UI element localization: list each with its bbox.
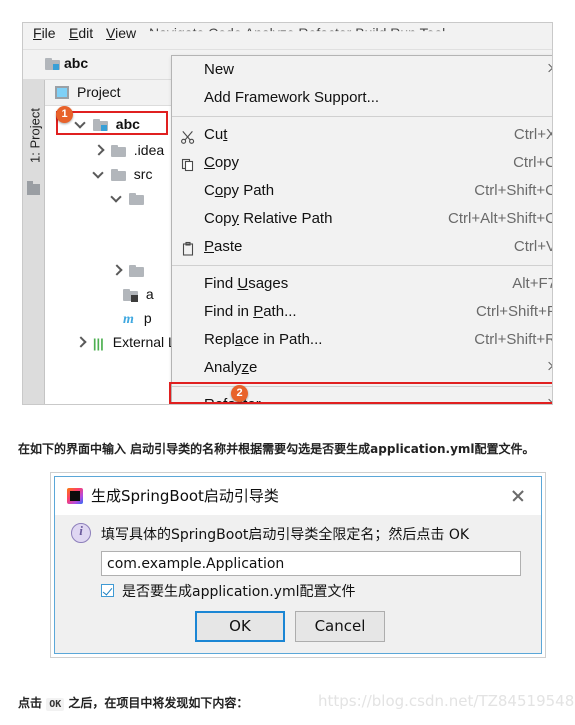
menu-file[interactable]: File — [33, 25, 56, 41]
folder-icon — [128, 193, 144, 205]
dialog-title: 生成SpringBoot启动引导类 — [91, 487, 279, 505]
project-tree-label-src: src — [133, 166, 153, 182]
paragraph-2-after: 之后，在项目中将发现如下内容： — [64, 696, 249, 710]
clipboard-icon — [180, 239, 196, 256]
menu-bar-remaining-items[interactable]: Navigate Code Analyze Refactor Build Run… — [149, 25, 445, 31]
context-menu-label-copy-relative-path: Copy Relative Path — [204, 210, 333, 227]
generate-springboot-dialog: 生成SpringBoot启动引导类 i 填写具体的SpringBoot启动引导类… — [54, 476, 542, 654]
chevron-down-icon[interactable] — [93, 169, 104, 180]
dialog-title-bar: 生成SpringBoot启动引导类 — [55, 477, 541, 515]
breadcrumb-module[interactable]: abc — [45, 55, 88, 71]
folder-icon — [128, 265, 144, 277]
context-menu-item-copy-relative-path[interactable]: Copy Relative Path Ctrl+Alt+Shift+C — [172, 205, 553, 233]
menu-separator — [172, 265, 552, 266]
chevron-right-icon — [546, 65, 552, 73]
context-menu-label-cut: Cut — [204, 126, 228, 143]
project-tree-node-main[interactable] — [111, 190, 148, 212]
context-menu-shortcut-paste: Ctrl+V — [513, 238, 553, 255]
strip-folder-icon[interactable] — [27, 181, 40, 195]
project-tree-label-pom: p — [143, 310, 152, 326]
context-menu-shortcut-copy-relative-path: Ctrl+Alt+Shift+C — [448, 210, 553, 227]
tool-window-strip-left: 1: Project — [23, 80, 45, 404]
info-icon: i — [71, 523, 91, 543]
project-tree-node-resource-file[interactable]: a — [123, 286, 154, 308]
project-tree-label-idea: .idea — [133, 142, 165, 158]
breadcrumb-label: abc — [64, 55, 89, 71]
module-folder-icon — [45, 58, 60, 70]
resource-file-icon — [123, 289, 138, 302]
menu-bar: File Edit View Navigate Code Analyze Ref… — [23, 23, 552, 50]
context-menu-item-find-usages[interactable]: Find Usages Alt+F7 — [172, 270, 553, 298]
context-menu-shortcut-copy-path: Ctrl+Shift+C — [474, 182, 553, 199]
project-tool-window-title: Project — [77, 84, 121, 100]
project-tree-node-test[interactable] — [111, 262, 148, 284]
chevron-right-icon — [546, 363, 552, 371]
context-menu-shortcut-replace-in-path: Ctrl+Shift+R — [474, 331, 553, 348]
annotation-marker-1: 1 — [56, 106, 73, 123]
annotation-marker-2: 2 — [231, 385, 248, 402]
context-menu-shortcut-copy: Ctrl+C — [513, 154, 553, 171]
context-menu-shortcut-cut: Ctrl+X — [513, 126, 553, 143]
dialog-screenshot: 生成SpringBoot启动引导类 i 填写具体的SpringBoot启动引导类… — [50, 472, 546, 658]
project-tree-label-resource: a — [145, 286, 154, 302]
ok-button[interactable]: OK — [195, 611, 285, 642]
class-name-input[interactable]: com.example.Application — [101, 551, 521, 576]
paragraph-2-before: 点击 — [18, 696, 47, 710]
context-menu-item-cut[interactable]: Cut Ctrl+X — [172, 121, 553, 149]
project-tree-node-pom[interactable]: m p — [123, 310, 152, 332]
project-tree-node-idea[interactable]: .idea — [93, 142, 164, 164]
cancel-button[interactable]: Cancel — [295, 611, 385, 642]
context-menu[interactable]: New Add Framework Support... Cut Ctrl+X … — [171, 55, 553, 404]
context-menu-item-analyze[interactable]: Analyze — [172, 354, 552, 382]
checkbox-checked-icon[interactable] — [101, 584, 114, 597]
chevron-right-icon[interactable] — [75, 337, 86, 348]
close-icon[interactable] — [505, 484, 531, 508]
intellij-icon — [67, 488, 83, 504]
context-menu-shortcut-find-usages: Alt+F7 — [512, 275, 553, 292]
folder-icon — [110, 169, 126, 181]
generate-yml-checkbox-label: 是否要生成application.yml配置文件 — [122, 584, 356, 600]
context-menu-label-find-in-path: Find in Path... — [204, 303, 297, 320]
folder-icon — [110, 145, 126, 157]
ide-screenshot: File Edit View Navigate Code Analyze Ref… — [22, 22, 553, 405]
instruction-paragraph-2: 点击 OK 之后，在项目中将发现如下内容： — [18, 694, 248, 711]
context-menu-label-replace-in-path: Replace in Path... — [204, 331, 323, 348]
context-menu-item-copy[interactable]: Copy Ctrl+C — [172, 149, 553, 177]
context-menu-label-find-usages: Find Usages — [204, 275, 289, 292]
watermark: https://blog.csdn.net/TZ845195485 — [318, 692, 575, 710]
context-menu-label-paste: Paste — [204, 238, 243, 255]
context-menu-item-find-in-path[interactable]: Find in Path... Ctrl+Shift+F — [172, 298, 553, 326]
highlight-box-menu-item — [169, 382, 552, 404]
menu-separator — [172, 116, 552, 117]
paragraph-2-code: OK — [46, 698, 65, 711]
context-menu-item-replace-in-path[interactable]: Replace in Path... Ctrl+Shift+R — [172, 326, 553, 354]
maven-icon: m — [123, 312, 134, 327]
chevron-right-icon[interactable] — [93, 145, 104, 156]
context-menu-label-copy: Copy — [204, 154, 240, 171]
context-menu-item-paste[interactable]: Paste Ctrl+V — [172, 233, 553, 261]
context-menu-item-new[interactable]: New — [172, 56, 552, 84]
context-menu-label-analyze: Analyze — [204, 359, 258, 376]
menu-view[interactable]: View — [106, 25, 136, 41]
context-menu-item-add-framework-support[interactable]: Add Framework Support... — [172, 84, 552, 112]
context-menu-label-new: New — [204, 61, 235, 78]
instruction-paragraph-1: 在如下的界面中输入 启动引导类的名称并根据需要勾选是否要生成applicatio… — [18, 442, 535, 456]
context-menu-item-copy-path[interactable]: Copy Path Ctrl+Shift+C — [172, 177, 553, 205]
context-menu-label-add-framework-support: Add Framework Support... — [204, 89, 380, 106]
project-icon — [55, 86, 69, 99]
scissors-icon — [180, 127, 196, 144]
dialog-body: i 填写具体的SpringBoot启动引导类全限定名；然后点击 OK com.e… — [55, 515, 541, 653]
copy-icon — [180, 155, 196, 172]
libraries-icon: ||| — [92, 336, 104, 351]
dialog-message: 填写具体的SpringBoot启动引导类全限定名；然后点击 OK — [101, 527, 470, 543]
chevron-down-icon[interactable] — [111, 193, 122, 204]
project-tree-node-src[interactable]: src — [93, 166, 152, 188]
chevron-right-icon[interactable] — [111, 265, 122, 276]
menu-edit[interactable]: Edit — [69, 25, 93, 41]
context-menu-shortcut-find-in-path: Ctrl+Shift+F — [475, 303, 553, 320]
context-menu-label-copy-path: Copy Path — [204, 182, 275, 199]
tool-window-tab-project[interactable]: 1: Project — [28, 100, 43, 172]
